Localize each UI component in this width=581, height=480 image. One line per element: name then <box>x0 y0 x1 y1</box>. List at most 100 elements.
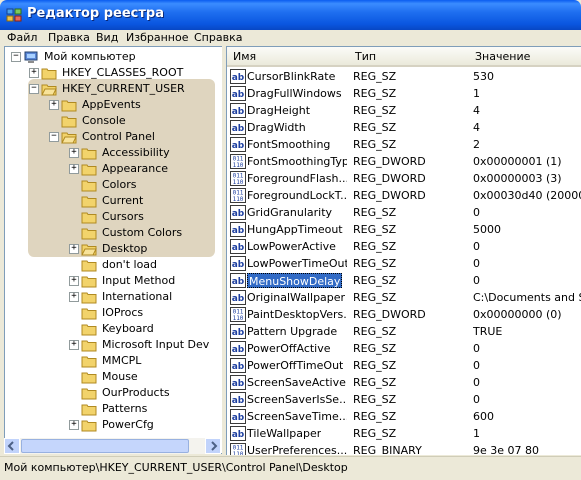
svg-text:ab: ab <box>232 260 245 270</box>
string-value-icon: ab <box>230 273 246 288</box>
value-row[interactable]: ab Pattern Upgrade REG_SZ TRUE <box>227 323 581 340</box>
menu-help[interactable]: Справка <box>194 30 242 46</box>
value-row[interactable]: ab LowPowerTimeOut REG_SZ 0 <box>227 255 581 272</box>
value-row[interactable]: 011 110 PaintDesktopVers... REG_DWORD 0x0000… <box>227 306 581 323</box>
svg-text:ab: ab <box>232 328 245 338</box>
key-tree-pane[interactable]: − Мой компьютер + HKEY_CLASSES_ROOT − HKEY_CU… <box>4 46 223 454</box>
string-value-icon: ab <box>230 86 246 101</box>
scroll-left-button[interactable] <box>4 438 20 454</box>
tree-node-label: International <box>102 290 173 303</box>
scroll-thumb[interactable] <box>21 439 189 453</box>
value-row[interactable]: ab HungAppTimeout REG_SZ 5000 <box>227 221 581 238</box>
values-list-pane[interactable]: Имя Тип Значение ab CursorBlinkRate REG_SZ… <box>226 46 581 455</box>
expand-icon[interactable]: + <box>69 244 79 254</box>
value-name: CursorBlinkRate <box>247 70 336 83</box>
value-data: 0 <box>473 342 480 355</box>
folder-icon <box>81 420 97 432</box>
folder-icon <box>81 228 97 240</box>
collapse-icon[interactable]: − <box>49 132 59 142</box>
value-name: GridGranularity <box>247 206 333 219</box>
folder-icon <box>81 340 97 352</box>
string-value-icon: ab <box>230 341 246 356</box>
menu-edit[interactable]: Правка <box>48 30 90 46</box>
folder-icon <box>81 308 97 320</box>
expand-icon[interactable]: + <box>29 68 39 78</box>
folder-icon <box>81 180 97 192</box>
value-name: PowerOffActive <box>247 342 331 355</box>
value-type: REG_SZ <box>353 240 397 253</box>
value-row[interactable]: ab CursorBlinkRate REG_SZ 530 <box>227 68 581 85</box>
tree-node-label: Control Panel <box>82 130 155 143</box>
value-row[interactable]: ab FontSmoothing REG_SZ 2 <box>227 136 581 153</box>
title-bar[interactable]: Редактор реестра <box>0 0 581 30</box>
collapse-icon[interactable]: − <box>29 84 39 94</box>
expand-icon[interactable]: + <box>49 100 59 110</box>
binary-value-icon: 011110 <box>230 154 246 169</box>
svg-text:ab: ab <box>232 107 245 117</box>
column-header-type[interactable]: Тип <box>349 47 469 67</box>
value-row[interactable]: ab TileWallpaper REG_SZ 1 <box>227 425 581 442</box>
column-header-value[interactable]: Значение <box>469 47 581 67</box>
value-row[interactable]: 011 110 UserPreferences... REG_BINARY 9e 3e … <box>227 442 581 455</box>
expand-icon[interactable]: + <box>69 164 79 174</box>
value-name: UserPreferences... <box>247 444 347 455</box>
string-value-icon: ab <box>230 256 246 271</box>
folder-icon <box>81 356 97 368</box>
tree-node-label: Keyboard <box>102 322 154 335</box>
value-row[interactable]: ab DragFullWindows REG_SZ 1 <box>227 85 581 102</box>
value-data: 9e 3e 07 80 <box>473 444 540 455</box>
value-row[interactable]: ab OriginalWallpaper REG_SZ C:\Documents an… <box>227 289 581 306</box>
expand-icon[interactable]: + <box>69 340 79 350</box>
value-row[interactable]: ab ScreenSaverIsSe... REG_SZ 0 <box>227 391 581 408</box>
registry-app-icon <box>6 8 22 22</box>
value-data: 0 <box>473 257 480 270</box>
value-name: DragWidth <box>247 121 306 134</box>
scroll-right-button[interactable] <box>205 438 221 454</box>
value-type: REG_DWORD <box>353 189 426 202</box>
expand-icon[interactable]: + <box>69 420 79 430</box>
value-type: REG_SZ <box>353 223 397 236</box>
menu-file[interactable]: Файл <box>7 30 37 46</box>
string-value-icon: ab <box>230 103 246 118</box>
expand-icon[interactable]: + <box>69 292 79 302</box>
column-header-name[interactable]: Имя <box>227 47 349 67</box>
value-data: 5000 <box>473 223 501 236</box>
value-data: 0 <box>473 240 480 253</box>
value-row[interactable]: ab PowerOffTimeOut REG_SZ 0 <box>227 357 581 374</box>
value-data: 4 <box>473 121 480 134</box>
value-type: REG_SZ <box>353 393 397 406</box>
value-row[interactable]: 011 110 ForegroundLockT... REG_DWORD 0x00030… <box>227 187 581 204</box>
value-row[interactable]: 011 110 ForegroundFlash... REG_DWORD 0x00000… <box>227 170 581 187</box>
tree-node-label: Accessibility <box>102 146 170 159</box>
value-row[interactable]: ab LowPowerActive REG_SZ 0 <box>227 238 581 255</box>
value-row[interactable]: ab ScreenSaveActive REG_SZ 0 <box>227 374 581 391</box>
value-data: 0 <box>473 206 480 219</box>
svg-text:ab: ab <box>232 90 245 100</box>
collapse-icon[interactable]: − <box>11 52 21 62</box>
value-row[interactable]: ab MenuShowDelay REG_SZ 0 <box>227 272 581 289</box>
folder-icon <box>81 260 97 272</box>
value-row[interactable]: ab DragWidth REG_SZ 4 <box>227 119 581 136</box>
value-row[interactable]: 011 110 FontSmoothingType REG_DWORD 0x000000… <box>227 153 581 170</box>
value-row[interactable]: ab GridGranularity REG_SZ 0 <box>227 204 581 221</box>
value-type: REG_SZ <box>353 104 397 117</box>
tree-node-label: OurProducts <box>102 386 170 399</box>
value-row[interactable]: ab DragHeight REG_SZ 4 <box>227 102 581 119</box>
expand-icon[interactable]: + <box>69 148 79 158</box>
value-row[interactable]: ab PowerOffActive REG_SZ 0 <box>227 340 581 357</box>
value-row[interactable]: ab ScreenSaveTime... REG_SZ 600 <box>227 408 581 425</box>
menu-favorites[interactable]: Избранное <box>126 30 188 46</box>
value-type: REG_BINARY <box>353 444 422 455</box>
svg-text:110: 110 <box>233 315 244 322</box>
expand-icon[interactable]: + <box>69 276 79 286</box>
value-data: 600 <box>473 410 494 423</box>
value-data: 530 <box>473 70 494 83</box>
folder-icon <box>81 148 97 160</box>
status-path: Мой компьютер\HKEY_CURRENT_USER\Control … <box>4 461 348 474</box>
value-type: REG_SZ <box>353 359 397 372</box>
tree-horizontal-scrollbar[interactable] <box>4 438 221 454</box>
value-name: MenuShowDelay <box>247 273 343 288</box>
tree-node-label: Console <box>82 114 126 127</box>
menu-view[interactable]: Вид <box>96 30 118 46</box>
value-data: 0 <box>473 376 480 389</box>
